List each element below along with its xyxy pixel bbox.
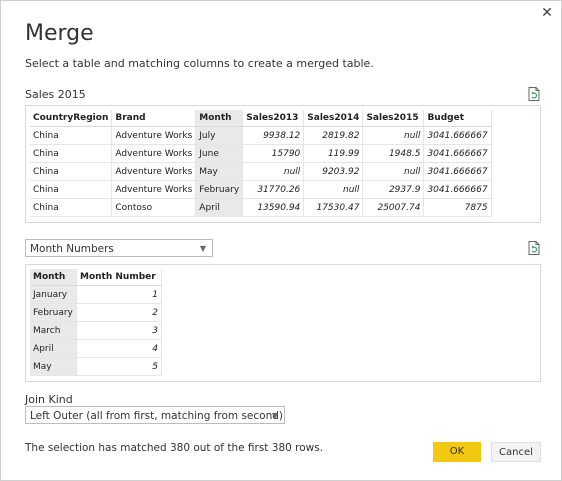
- table-row: April 4: [30, 339, 162, 358]
- table-cell: Contoso: [111, 198, 197, 217]
- table-cell: 25007.74: [362, 198, 425, 217]
- table-cell: 3041.666667: [423, 162, 492, 181]
- join-kind-selected: Left Outer (all from first, matching fro…: [30, 410, 284, 422]
- table-cell: February: [195, 180, 244, 199]
- table-row: China Adventure Works May null 9203.92 null 30…: [30, 162, 492, 181]
- table-cell: Adventure Works: [111, 180, 197, 199]
- cancel-button[interactable]: Cancel: [491, 442, 541, 462]
- table-cell: null: [303, 180, 364, 199]
- column-header[interactable]: Budget: [423, 110, 492, 127]
- table-row: February 2: [30, 303, 162, 322]
- match-status: The selection has matched 380 out of the…: [25, 442, 324, 454]
- table-cell: May: [30, 357, 77, 376]
- first-table-preview: CountryRegion Brand Month Sales2013 Sales201…: [25, 105, 541, 223]
- refresh-icon[interactable]: [528, 87, 540, 101]
- table-cell: Adventure Works: [111, 126, 197, 145]
- table-cell: 3041.666667: [423, 126, 492, 145]
- column-header[interactable]: Sales2013: [242, 110, 305, 127]
- join-kind-dropdown[interactable]: Left Outer (all from first, matching fro…: [25, 406, 285, 424]
- table-cell: January: [30, 285, 77, 304]
- table-cell: China: [30, 126, 113, 145]
- column-header[interactable]: Brand: [111, 110, 197, 127]
- table-cell: June: [195, 144, 244, 163]
- chevron-down-icon: ▼: [199, 244, 206, 253]
- column-header[interactable]: Month: [30, 269, 77, 286]
- table-cell: February: [30, 303, 77, 322]
- table-row: China Adventure Works July 9938.12 2819.82 nu…: [30, 126, 492, 145]
- table-cell: 9938.12: [242, 126, 305, 145]
- close-icon[interactable]: ✕: [539, 5, 555, 21]
- table-cell: March: [30, 321, 77, 340]
- table-cell: null: [362, 126, 425, 145]
- second-table-selected: Month Numbers: [30, 243, 114, 255]
- table-cell: May: [195, 162, 244, 181]
- chevron-down-icon: ▼: [271, 411, 278, 420]
- dialog-title: Merge: [25, 21, 94, 46]
- join-kind-label: Join Kind: [25, 393, 73, 406]
- table-cell: 1948.5: [362, 144, 425, 163]
- table-row: China Adventure Works June 15790 119.99 1948.…: [30, 144, 492, 163]
- column-header[interactable]: Sales2015: [362, 110, 425, 127]
- column-header[interactable]: Sales2014: [303, 110, 364, 127]
- table-cell: null: [362, 162, 425, 181]
- table-cell: null: [242, 162, 305, 181]
- first-table-name: Sales 2015: [25, 88, 86, 101]
- table-cell: 5: [76, 357, 162, 376]
- table-row: March 3: [30, 321, 162, 340]
- table-row: China Adventure Works February 31770.26 null…: [30, 180, 492, 199]
- table-cell: China: [30, 162, 113, 181]
- table-cell: 31770.26: [242, 180, 305, 199]
- dialog-subtitle: Select a table and matching columns to c…: [25, 57, 374, 70]
- table-cell: China: [30, 198, 113, 217]
- table-cell: 3041.666667: [423, 180, 492, 199]
- table-cell: 3: [76, 321, 162, 340]
- table-cell: Adventure Works: [111, 144, 197, 163]
- second-table-grid: Month Month Number January 1 February 2 March…: [30, 269, 162, 376]
- table-cell: 119.99: [303, 144, 364, 163]
- table-cell: 4: [76, 339, 162, 358]
- table-row: January 1: [30, 285, 162, 304]
- merge-dialog: ✕ Merge Select a table and matching colu…: [0, 0, 562, 481]
- table-cell: 15790: [242, 144, 305, 163]
- table-cell: 3041.666667: [423, 144, 492, 163]
- table-row: China Contoso April 13590.94 17530.47 25007.7…: [30, 198, 492, 217]
- table-cell: 7875: [423, 198, 492, 217]
- second-table-preview: Month Month Number January 1 February 2 March…: [25, 264, 541, 382]
- table-row: May 5: [30, 357, 162, 376]
- first-table-grid: CountryRegion Brand Month Sales2013 Sales201…: [30, 110, 492, 217]
- table-cell: 1: [76, 285, 162, 304]
- column-header[interactable]: Month Number: [76, 269, 162, 286]
- table-cell: 17530.47: [303, 198, 364, 217]
- refresh-icon[interactable]: [528, 241, 540, 255]
- ok-button[interactable]: OK: [433, 442, 481, 462]
- table-cell: July: [195, 126, 244, 145]
- table-cell: April: [30, 339, 77, 358]
- column-header[interactable]: CountryRegion: [30, 110, 113, 127]
- table-cell: April: [195, 198, 244, 217]
- column-header[interactable]: Month: [195, 110, 244, 127]
- table-cell: China: [30, 144, 113, 163]
- table-cell: 2: [76, 303, 162, 322]
- table-cell: 9203.92: [303, 162, 364, 181]
- second-table-dropdown[interactable]: Month Numbers ▼: [25, 239, 213, 257]
- table-cell: 2937.9: [362, 180, 425, 199]
- table-cell: 13590.94: [242, 198, 305, 217]
- table-cell: Adventure Works: [111, 162, 197, 181]
- table-cell: China: [30, 180, 113, 199]
- table-cell: 2819.82: [303, 126, 364, 145]
